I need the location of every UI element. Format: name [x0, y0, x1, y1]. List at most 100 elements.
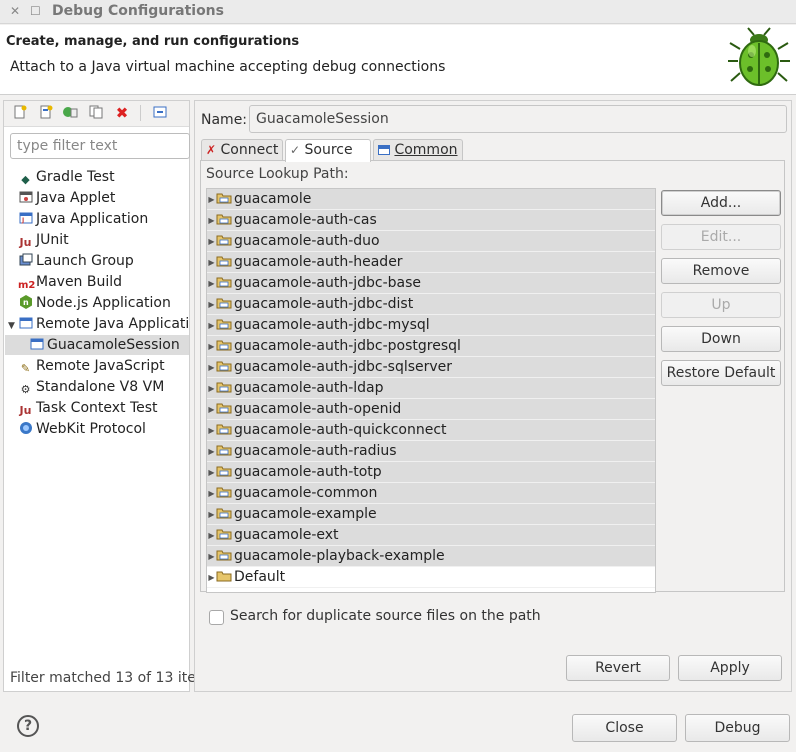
source-project-row[interactable]: ▶ guacamole-auth-totp	[207, 462, 655, 483]
expand-arrow-icon[interactable]: ▶	[207, 441, 216, 462]
tree-item-label: Gradle Test	[36, 169, 115, 185]
source-entry-label: guacamole	[234, 191, 312, 207]
up-button[interactable]: Up	[661, 292, 781, 318]
debug-bug-icon	[728, 27, 790, 86]
source-project-row[interactable]: ▶ guacamole-auth-ldap	[207, 378, 655, 399]
source-project-row[interactable]: ▶ guacamole-auth-jdbc-sqlserver	[207, 357, 655, 378]
tree-item-label: Standalone V8 VM	[36, 379, 165, 395]
source-project-row[interactable]: ▶ guacamole-auth-openid	[207, 399, 655, 420]
tree-item-junit[interactable]: Ju JUnit	[18, 230, 69, 250]
source-entry-label: guacamole-auth-radius	[234, 443, 397, 459]
source-project-row[interactable]: ▶ guacamole-auth-cas	[207, 210, 655, 231]
source-project-row[interactable]: ▶ guacamole-auth-jdbc-base	[207, 273, 655, 294]
source-project-row[interactable]: ▶ guacamole-example	[207, 504, 655, 525]
delete-configuration-icon[interactable]: ✖	[114, 105, 130, 121]
expand-arrow-icon[interactable]: ▶	[207, 336, 216, 357]
source-entry-label: guacamole-auth-quickconnect	[234, 422, 447, 438]
source-project-row[interactable]: ▶ guacamole-auth-radius	[207, 441, 655, 462]
source-entry-label: guacamole-auth-cas	[234, 212, 377, 228]
tree-item-maven-build[interactable]: m2Maven Build	[18, 272, 122, 292]
remove-button[interactable]: Remove	[661, 258, 781, 284]
tree-item-label: Remote Java Applicati	[36, 316, 190, 332]
tree-item-nodejs-application[interactable]: n Node.js Application	[18, 293, 171, 313]
source-project-row[interactable]: ▶ guacamole-auth-quickconnect	[207, 420, 655, 441]
project-folder-icon	[216, 550, 232, 561]
expand-arrow-icon[interactable]: ▶	[207, 546, 216, 567]
source-project-row[interactable]: ▶ guacamole-auth-jdbc-dist	[207, 294, 655, 315]
window-maximize-icon[interactable]: ☐	[30, 4, 41, 18]
expand-arrow-icon[interactable]: ▶	[207, 462, 216, 483]
source-project-row[interactable]: ▶ guacamole-auth-header	[207, 252, 655, 273]
collapse-all-icon[interactable]	[152, 105, 168, 121]
source-project-row[interactable]: ▶ guacamole-playback-example	[207, 546, 655, 567]
project-folder-icon	[216, 319, 232, 330]
tree-item-standalone-v8[interactable]: ⚙ Standalone V8 VM	[18, 377, 165, 397]
expand-arrow-icon[interactable]: ▶	[207, 210, 216, 231]
maven-icon: m2	[18, 280, 36, 291]
expand-arrow-icon[interactable]: ▼	[8, 316, 18, 336]
tree-item-java-application[interactable]: J Java Application	[18, 209, 148, 229]
help-icon[interactable]: ?	[17, 715, 39, 737]
tree-item-label: GuacamoleSession	[47, 337, 180, 353]
revert-button[interactable]: Revert	[566, 655, 670, 681]
tree-item-launch-group[interactable]: Launch Group	[18, 251, 134, 271]
filter-input[interactable]	[10, 133, 190, 159]
expand-arrow-icon[interactable]: ▶	[207, 483, 216, 504]
duplicate-configuration-icon[interactable]	[88, 105, 104, 121]
project-folder-icon	[216, 340, 232, 351]
source-project-row[interactable]: ▶ guacamole-common	[207, 483, 655, 504]
expand-arrow-icon[interactable]: ▶	[207, 273, 216, 294]
export-configuration-icon[interactable]	[62, 105, 78, 121]
edit-button[interactable]: Edit...	[661, 224, 781, 250]
tree-item-guacamole-session[interactable]: GuacamoleSession	[5, 335, 189, 355]
project-folder-icon	[216, 466, 232, 477]
expand-arrow-icon[interactable]: ▶	[207, 567, 216, 588]
tree-item-remote-java-application[interactable]: ▼ Remote Java Applicati	[8, 314, 189, 334]
tab-common[interactable]: Common	[373, 139, 463, 161]
source-lookup-list[interactable]: ▶ guacamole ▶ guacamole-auth-cas ▶ guacamole-…	[206, 188, 656, 593]
tab-connect[interactable]: ✗ Connect	[201, 139, 283, 161]
tab-source[interactable]: ✓ Source	[285, 139, 371, 162]
window-title: Debug Configurations	[52, 3, 224, 19]
tree-item-java-applet[interactable]: Java Applet	[18, 188, 115, 208]
add-button[interactable]: Add...	[661, 190, 781, 216]
down-button[interactable]: Down	[661, 326, 781, 352]
expand-arrow-icon[interactable]: ▶	[207, 504, 216, 525]
debug-button[interactable]: Debug	[685, 714, 790, 742]
expand-arrow-icon[interactable]: ▶	[207, 315, 216, 336]
expand-arrow-icon[interactable]: ▶	[207, 399, 216, 420]
expand-arrow-icon[interactable]: ▶	[207, 231, 216, 252]
expand-arrow-icon[interactable]: ▶	[207, 420, 216, 441]
source-project-row[interactable]: ▶ guacamole-auth-duo	[207, 231, 655, 252]
source-project-row[interactable]: ▶ guacamole	[207, 189, 655, 210]
source-default-row[interactable]: ▶ Default	[207, 567, 655, 588]
expand-arrow-icon[interactable]: ▶	[207, 525, 216, 546]
tree-item-remote-javascript[interactable]: ✎ Remote JavaScript	[18, 356, 165, 376]
new-configuration-icon[interactable]	[12, 105, 28, 121]
source-project-row[interactable]: ▶ guacamole-auth-jdbc-mysql	[207, 315, 655, 336]
close-button[interactable]: Close	[572, 714, 677, 742]
source-project-row[interactable]: ▶ guacamole-auth-jdbc-postgresql	[207, 336, 655, 357]
svg-text:n: n	[23, 298, 29, 307]
name-field[interactable]	[249, 105, 787, 133]
search-duplicates-checkbox[interactable]	[209, 610, 224, 625]
source-project-row[interactable]: ▶ guacamole-ext	[207, 525, 655, 546]
tree-item-gradle-test[interactable]: ◆ Gradle Test	[18, 167, 115, 187]
tree-item-webkit-protocol[interactable]: WebKit Protocol	[18, 419, 146, 439]
tree-item-label: Task Context Test	[36, 400, 158, 416]
restore-default-button[interactable]: Restore Default	[661, 360, 781, 386]
expand-arrow-icon[interactable]: ▶	[207, 357, 216, 378]
tab-label: Connect	[220, 142, 279, 158]
banner-message: Attach to a Java virtual machine accepti…	[10, 59, 446, 75]
tree-item-task-context-test[interactable]: Ju Task Context Test	[18, 398, 158, 418]
expand-arrow-icon[interactable]: ▶	[207, 378, 216, 399]
java-application-icon: J	[18, 211, 33, 226]
expand-arrow-icon[interactable]: ▶	[207, 189, 216, 210]
expand-arrow-icon[interactable]: ▶	[207, 252, 216, 273]
window-close-icon[interactable]: ✕	[10, 4, 20, 18]
expand-arrow-icon[interactable]: ▶	[207, 294, 216, 315]
tree-item-label: JUnit	[36, 232, 69, 248]
svg-text:J: J	[21, 217, 24, 224]
apply-button[interactable]: Apply	[678, 655, 782, 681]
new-prototype-icon[interactable]	[38, 105, 54, 121]
